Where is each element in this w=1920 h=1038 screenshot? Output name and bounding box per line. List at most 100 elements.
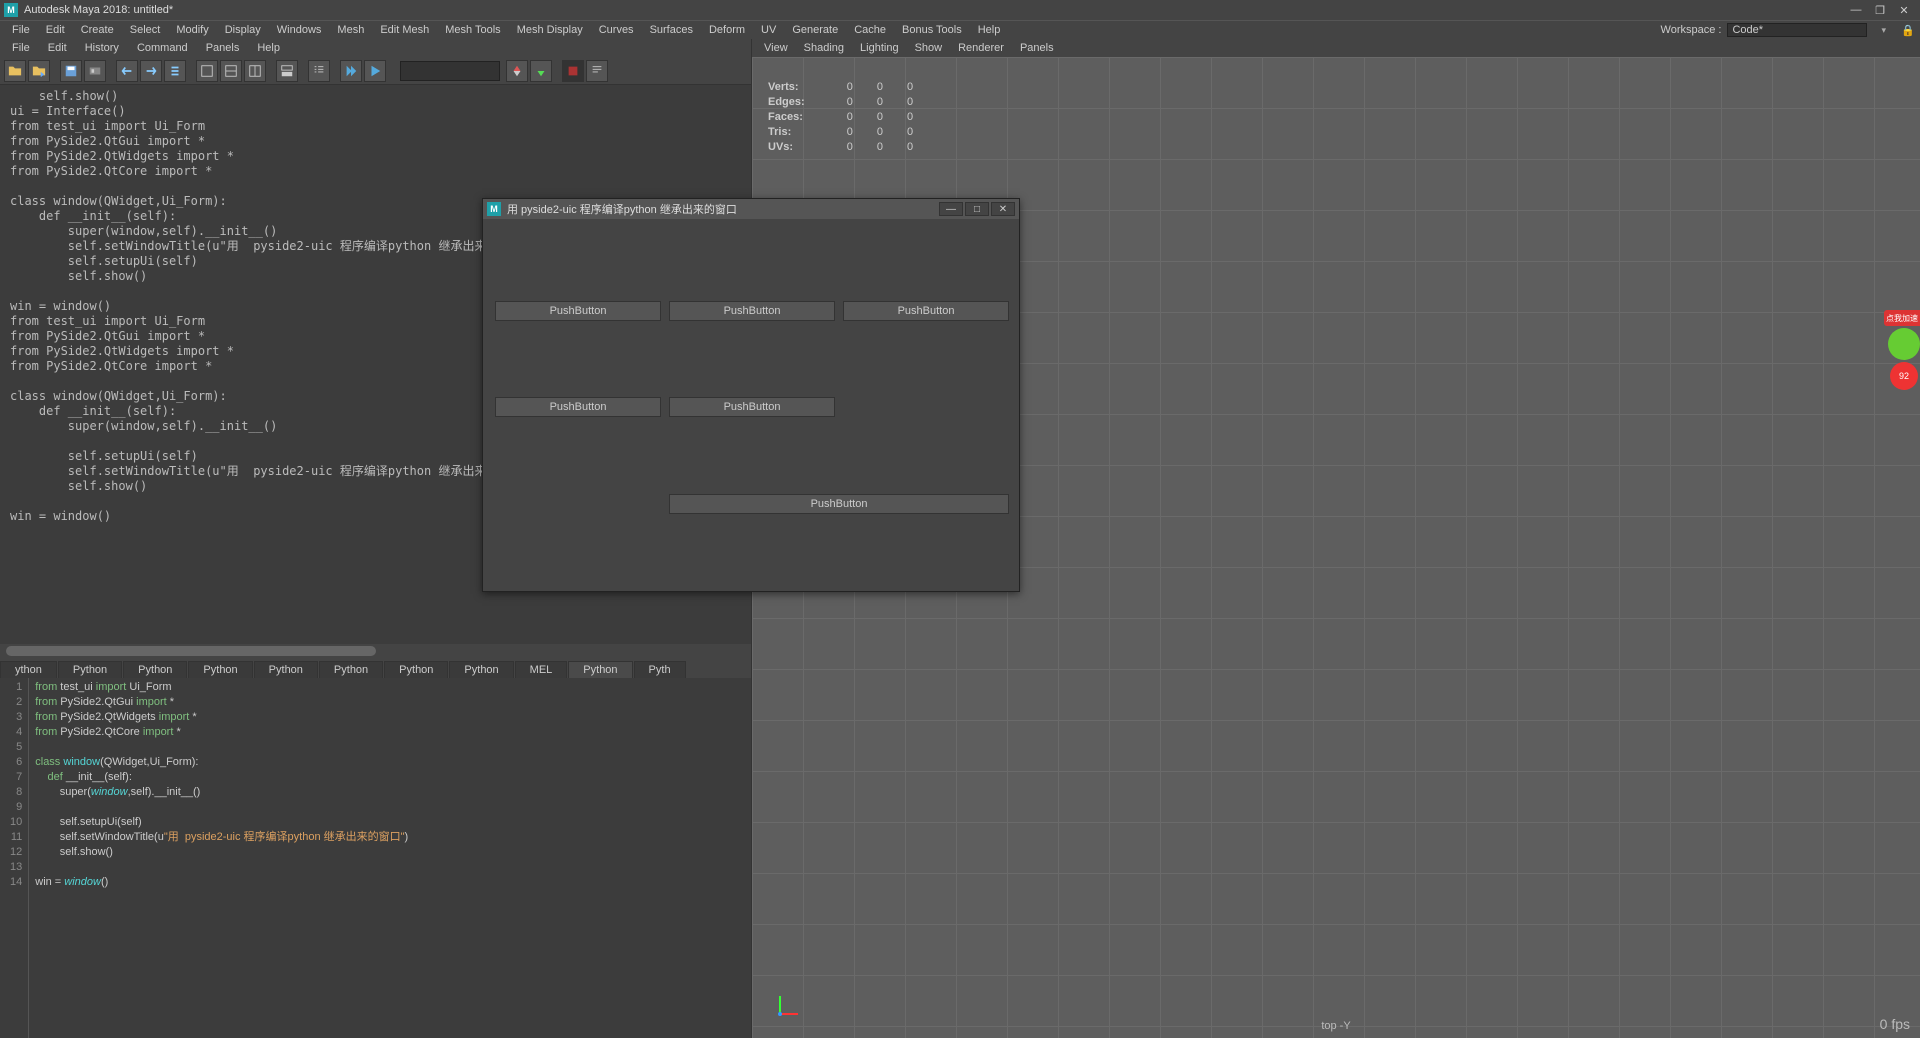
accelerator-mascot-icon[interactable] (1888, 328, 1920, 360)
maya-logo-icon: M (4, 3, 18, 17)
axis-gizmo-icon (774, 990, 804, 1020)
pyside-window-maximize-button[interactable]: □ (965, 202, 989, 216)
push-button[interactable]: PushButton (843, 301, 1009, 321)
workspace-dropdown-icon[interactable]: ▾ (1873, 23, 1894, 38)
viewport-camera-label: top -Y (1321, 1020, 1350, 1032)
menu-edit-mesh[interactable]: Edit Mesh (372, 22, 437, 38)
accelerator-widget[interactable]: 点我加速 92 (1884, 310, 1920, 390)
search-down-icon[interactable] (530, 60, 552, 82)
polycount-hud: Verts:000Edges:000Faces:000Tris:000UVs:0… (766, 79, 937, 156)
execute-icon[interactable] (364, 60, 386, 82)
vp-menu-show[interactable]: Show (907, 41, 951, 55)
toolbar-separator (52, 60, 58, 82)
viewport-fps: 0 fps (1880, 1016, 1910, 1032)
script-tab[interactable]: Python (123, 661, 187, 678)
menu-uv[interactable]: UV (753, 22, 784, 38)
menu-curves[interactable]: Curves (591, 22, 642, 38)
main-menu-bar: File Edit Create Select Modify Display W… (0, 20, 1920, 39)
accelerator-score-badge[interactable]: 92 (1890, 362, 1918, 390)
menu-windows[interactable]: Windows (269, 22, 330, 38)
menu-create[interactable]: Create (73, 22, 122, 38)
workspace-lock-icon[interactable]: 🔒 (1900, 23, 1916, 37)
menu-edit[interactable]: Edit (38, 22, 73, 38)
push-button[interactable]: PushButton (495, 301, 661, 321)
menu-mesh[interactable]: Mesh (329, 22, 372, 38)
script-tab[interactable]: ython (0, 661, 57, 678)
vp-menu-panels[interactable]: Panels (1012, 41, 1062, 55)
sc-menu-history[interactable]: History (77, 41, 127, 55)
vp-menu-view[interactable]: View (756, 41, 796, 55)
script-tab[interactable]: Python (58, 661, 122, 678)
script-editor-menu: File Edit History Command Panels Help (0, 39, 751, 57)
layout-single-icon[interactable] (196, 60, 218, 82)
goto-icon[interactable] (506, 60, 528, 82)
stop-icon[interactable] (562, 60, 584, 82)
workspace-field[interactable] (1727, 23, 1867, 37)
sc-menu-edit[interactable]: Edit (40, 41, 75, 55)
source-script-icon[interactable] (28, 60, 50, 82)
pyside-window-title: 用 pyside2-uic 程序编译python 继承出来的窗口 (507, 201, 937, 217)
window-minimize-button[interactable]: — (1844, 2, 1868, 18)
layout-hsplit-icon[interactable] (220, 60, 242, 82)
search-field[interactable] (400, 61, 500, 81)
toolbar-separator (554, 60, 560, 82)
script-tab[interactable]: Pyth (634, 661, 686, 678)
push-button[interactable]: PushButton (495, 397, 661, 417)
script-input-editor[interactable]: 1234567891011121314 from test_ui import … (0, 678, 751, 1038)
push-button[interactable]: PushButton (669, 397, 835, 417)
script-tab[interactable]: Python (449, 661, 513, 678)
layout-vsplit-icon[interactable] (244, 60, 266, 82)
menu-mesh-tools[interactable]: Mesh Tools (437, 22, 508, 38)
open-script-icon[interactable] (4, 60, 26, 82)
accelerator-label[interactable]: 点我加速 (1884, 310, 1920, 326)
vp-menu-renderer[interactable]: Renderer (950, 41, 1012, 55)
clear-all-icon[interactable] (164, 60, 186, 82)
vp-menu-shading[interactable]: Shading (796, 41, 852, 55)
save-script-icon[interactable] (60, 60, 82, 82)
script-tab[interactable]: Python (568, 661, 632, 678)
menu-surfaces[interactable]: Surfaces (642, 22, 701, 38)
push-button[interactable]: PushButton (669, 301, 835, 321)
menu-bonus-tools[interactable]: Bonus Tools (894, 22, 970, 38)
toolbar-separator (388, 60, 394, 82)
show-history-icon[interactable] (276, 60, 298, 82)
clear-history-icon[interactable] (116, 60, 138, 82)
menu-cache[interactable]: Cache (846, 22, 894, 38)
sc-menu-command[interactable]: Command (129, 41, 196, 55)
echo-icon[interactable] (586, 60, 608, 82)
scrollbar-thumb[interactable] (6, 646, 376, 656)
menu-deform[interactable]: Deform (701, 22, 753, 38)
vp-menu-lighting[interactable]: Lighting (852, 41, 907, 55)
script-tab[interactable]: Python (188, 661, 252, 678)
menu-select[interactable]: Select (122, 22, 169, 38)
pyside-window-minimize-button[interactable]: — (939, 202, 963, 216)
window-close-button[interactable]: ✕ (1892, 2, 1916, 18)
menu-modify[interactable]: Modify (168, 22, 216, 38)
clear-input-icon[interactable] (140, 60, 162, 82)
line-numbers-icon[interactable] (308, 60, 330, 82)
sc-menu-help[interactable]: Help (249, 41, 288, 55)
sc-menu-panels[interactable]: Panels (198, 41, 248, 55)
script-tab[interactable]: MEL (515, 661, 568, 678)
window-maximize-button[interactable]: ❐ (1868, 2, 1892, 18)
workspace-label: Workspace : (1661, 24, 1722, 36)
history-scrollbar[interactable] (0, 644, 751, 658)
script-tabs: ython Python Python Python Python Python… (0, 658, 751, 678)
toolbar-separator (300, 60, 306, 82)
pyside-user-window[interactable]: M 用 pyside2-uic 程序编译python 继承出来的窗口 — □ ✕… (482, 198, 1020, 592)
code-area[interactable]: from test_ui import Ui_Form from PySide2… (29, 678, 751, 1038)
menu-file[interactable]: File (4, 22, 38, 38)
sc-menu-file[interactable]: File (4, 41, 38, 55)
pyside-window-close-button[interactable]: ✕ (991, 202, 1015, 216)
menu-mesh-display[interactable]: Mesh Display (509, 22, 591, 38)
script-tab[interactable]: Python (254, 661, 318, 678)
script-tab[interactable]: Python (384, 661, 448, 678)
menu-display[interactable]: Display (217, 22, 269, 38)
save-to-shelf-icon[interactable] (84, 60, 106, 82)
execute-all-icon[interactable] (340, 60, 362, 82)
script-tab[interactable]: Python (319, 661, 383, 678)
push-button[interactable]: PushButton (669, 494, 1009, 514)
menu-generate[interactable]: Generate (784, 22, 846, 38)
pyside-window-titlebar[interactable]: M 用 pyside2-uic 程序编译python 继承出来的窗口 — □ ✕ (483, 199, 1019, 219)
menu-help[interactable]: Help (970, 22, 1009, 38)
